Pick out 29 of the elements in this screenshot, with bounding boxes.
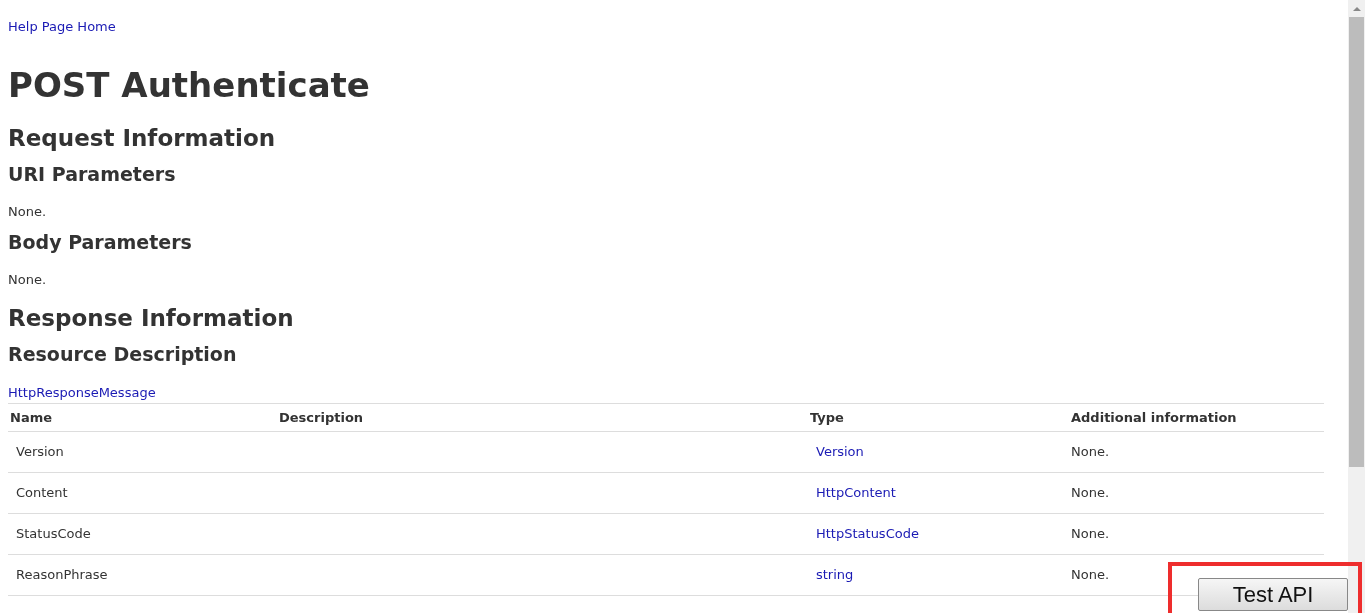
subsection-heading: Body Parameters xyxy=(8,230,193,255)
type-link[interactable]: HttpStatusCode xyxy=(816,526,919,541)
type-link[interactable]: string xyxy=(816,567,854,582)
body-text: None. xyxy=(8,271,48,289)
column-header: Additional information xyxy=(1069,403,1324,432)
table-cell: None. xyxy=(1069,513,1324,555)
table-cell: Version xyxy=(8,431,277,473)
test-api-button[interactable]: Test API xyxy=(1198,578,1348,611)
type-link[interactable]: HttpContent xyxy=(816,485,896,500)
scrollbar[interactable] xyxy=(1348,0,1365,613)
scrollbar-thumb[interactable] xyxy=(1349,17,1364,467)
table-cell: None. xyxy=(1069,472,1324,514)
column-header: Description xyxy=(277,403,808,432)
section-heading: Request Information xyxy=(8,124,277,153)
section-heading: Response Information xyxy=(8,304,295,333)
body-text: None. xyxy=(8,203,48,221)
column-header: Type xyxy=(808,403,1069,432)
table-cell: ReasonPhrase xyxy=(8,554,277,596)
table-cell: Content xyxy=(8,472,277,514)
type-link[interactable]: HttpResponseMessage xyxy=(8,385,156,400)
table-cell: StatusCode xyxy=(8,513,277,555)
subsection-heading: URI Parameters xyxy=(8,162,177,187)
type-link[interactable]: Version xyxy=(816,444,864,459)
subsection-heading: Resource Description xyxy=(8,342,238,367)
table-cell: None. xyxy=(1069,431,1324,473)
column-header: Name xyxy=(8,403,277,432)
home-link[interactable]: Help Page Home xyxy=(8,19,116,34)
page-title: POST Authenticate xyxy=(8,64,371,107)
scroll-up-icon[interactable] xyxy=(1352,7,1361,11)
